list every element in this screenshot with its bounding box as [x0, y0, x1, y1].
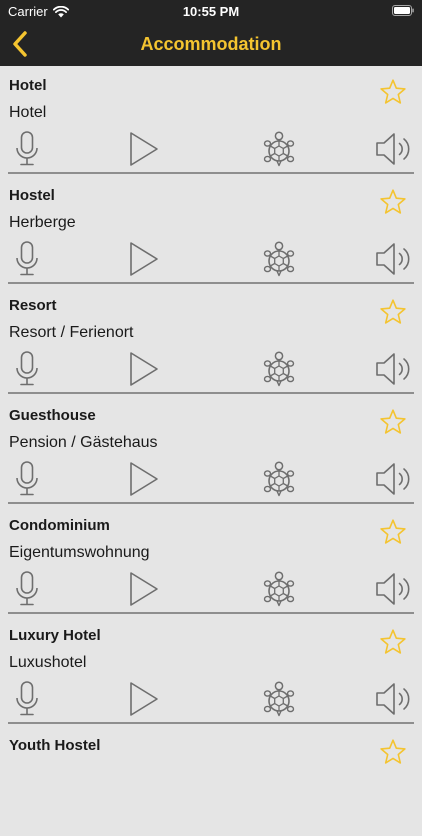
row-divider — [8, 172, 414, 174]
translation-label: Resort / Ferienort — [9, 324, 134, 341]
status-bar: Carrier 10:55 PM — [0, 0, 422, 22]
record-button[interactable] — [12, 570, 42, 608]
speaker-button[interactable] — [374, 570, 414, 608]
play-button[interactable] — [126, 570, 162, 608]
term-label: Condominium — [9, 517, 110, 534]
record-button[interactable] — [12, 350, 42, 388]
star-icon — [380, 409, 406, 434]
play-button[interactable] — [126, 350, 162, 388]
slow-play-button[interactable] — [259, 130, 299, 168]
turtle-icon — [263, 461, 295, 497]
star-icon — [380, 189, 406, 214]
row-divider — [8, 722, 414, 724]
turtle-icon — [263, 681, 295, 717]
row-divider — [8, 502, 414, 504]
microphone-icon — [16, 241, 38, 276]
chevron-left-icon — [13, 31, 27, 57]
star-icon — [380, 739, 406, 764]
back-button[interactable] — [6, 30, 34, 58]
speaker-icon — [376, 573, 410, 605]
slow-play-button[interactable] — [259, 240, 299, 278]
translation-label: Herberge — [9, 214, 76, 231]
speaker-button[interactable] — [374, 460, 414, 498]
list-item: Hostel Herberge — [0, 176, 422, 286]
favorite-button[interactable] — [377, 76, 409, 108]
microphone-icon — [16, 131, 38, 166]
term-label: Guesthouse — [9, 407, 96, 424]
row-divider — [8, 392, 414, 394]
speaker-icon — [376, 353, 410, 385]
play-icon — [130, 572, 158, 606]
carrier-indicator: Carrier — [8, 4, 69, 19]
play-icon — [130, 132, 158, 166]
speaker-button[interactable] — [374, 350, 414, 388]
record-button[interactable] — [12, 460, 42, 498]
microphone-icon — [16, 351, 38, 386]
favorite-button[interactable] — [377, 296, 409, 328]
record-button[interactable] — [12, 240, 42, 278]
row-divider — [8, 282, 414, 284]
list-item: Guesthouse Pension / Gästehaus — [0, 396, 422, 506]
slow-play-button[interactable] — [259, 350, 299, 388]
carrier-label: Carrier — [8, 4, 48, 19]
speaker-icon — [376, 683, 410, 715]
favorite-button[interactable] — [377, 626, 409, 658]
speaker-button[interactable] — [374, 130, 414, 168]
translation-label: Pension / Gästehaus — [9, 434, 158, 451]
play-icon — [130, 352, 158, 386]
term-label: Hostel — [9, 187, 55, 204]
play-icon — [130, 682, 158, 716]
term-label: Resort — [9, 297, 57, 314]
record-button[interactable] — [12, 680, 42, 718]
play-button[interactable] — [126, 130, 162, 168]
slow-play-button[interactable] — [259, 570, 299, 608]
turtle-icon — [263, 571, 295, 607]
microphone-icon — [16, 681, 38, 716]
speaker-button[interactable] — [374, 680, 414, 718]
favorite-button[interactable] — [377, 736, 409, 768]
play-icon — [130, 462, 158, 496]
speaker-icon — [376, 243, 410, 275]
slow-play-button[interactable] — [259, 680, 299, 718]
wifi-icon — [52, 5, 69, 17]
navigation-bar: Accommodation — [0, 22, 422, 66]
battery-icon — [392, 5, 414, 16]
list-item: Youth Hostel — [0, 726, 422, 836]
speaker-icon — [376, 463, 410, 495]
list-item: Hotel Hotel — [0, 66, 422, 176]
term-label: Luxury Hotel — [9, 627, 101, 644]
star-icon — [380, 79, 406, 104]
page-title: Accommodation — [140, 34, 282, 54]
translation-label: Eigentumswohnung — [9, 544, 150, 561]
list-item: Luxury Hotel Luxushotel — [0, 616, 422, 726]
row-divider — [8, 612, 414, 614]
term-label: Youth Hostel — [9, 737, 101, 754]
list-item: Condominium Eigentumswohnung — [0, 506, 422, 616]
play-button[interactable] — [126, 680, 162, 718]
play-button[interactable] — [126, 240, 162, 278]
favorite-button[interactable] — [377, 406, 409, 438]
slow-play-button[interactable] — [259, 460, 299, 498]
speaker-button[interactable] — [374, 240, 414, 278]
star-icon — [380, 629, 406, 654]
record-button[interactable] — [12, 130, 42, 168]
favorite-button[interactable] — [377, 186, 409, 218]
list-item: Resort Resort / Ferienort — [0, 286, 422, 396]
turtle-icon — [263, 131, 295, 167]
phrase-list: Hotel Hotel Hostel Herberge Resort Resor… — [0, 66, 422, 836]
play-button[interactable] — [126, 460, 162, 498]
play-icon — [130, 242, 158, 276]
turtle-icon — [263, 241, 295, 277]
star-icon — [380, 519, 406, 544]
speaker-icon — [376, 133, 410, 165]
term-label: Hotel — [9, 77, 47, 94]
microphone-icon — [16, 571, 38, 606]
translation-label: Luxushotel — [9, 654, 87, 671]
star-icon — [380, 299, 406, 324]
favorite-button[interactable] — [377, 516, 409, 548]
turtle-icon — [263, 351, 295, 387]
translation-label: Hotel — [9, 104, 47, 121]
microphone-icon — [16, 461, 38, 496]
